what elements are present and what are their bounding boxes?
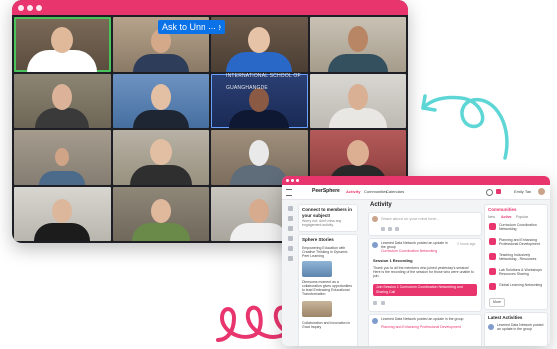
bookmark-icon[interactable] [288,246,293,251]
participant-tile[interactable] [14,130,111,185]
communities-title: Communities [488,207,517,212]
comment-icon[interactable] [381,301,385,305]
filter-active[interactable]: Active [501,215,512,220]
sphere-stories-card: Sphere Stories Empowering Education with… [298,234,358,346]
story-item[interactable]: Empowering Education with Creative Think… [302,246,354,258]
image-icon[interactable] [381,227,385,231]
community-item[interactable]: Lab Solutions & Workshops Resources Shar… [499,268,545,276]
post-group[interactable]: Planning and Enhancing Professional Deve… [381,325,473,329]
avatar [372,318,378,324]
home-icon[interactable] [288,206,293,211]
communities-card: Communities New Active Popular Curriculu… [484,204,548,310]
window-dot-icon[interactable] [296,179,299,182]
settings-icon[interactable] [288,256,293,261]
community-item[interactable]: Planning and Enhancing Professional Deve… [499,238,545,246]
post-composer: Share about on your mind here... [368,212,482,236]
avatar[interactable] [538,188,545,195]
community-icon [489,268,496,275]
like-icon[interactable] [373,301,377,305]
stories-title: Sphere Stories [302,237,334,242]
filter-new[interactable]: New [488,215,495,220]
window-dot-icon[interactable] [291,179,294,182]
window-dot-icon[interactable] [18,5,24,11]
app-logo[interactable]: PeerSphere [312,188,340,194]
tab-communities[interactable]: Communities [364,189,387,194]
community-icon [489,283,496,290]
window-title-bar [12,0,408,15]
peersphere-app-window: PeerSphere Activity Communities Calendar… [282,176,550,346]
attach-icon[interactable] [388,227,392,231]
connect-subtitle: Worry not; don't miss any engagement act… [302,219,342,227]
post-tag: Session 1 Recording [373,258,413,263]
window-dot-icon[interactable] [27,5,33,11]
post-group[interactable]: Curriculum Coordination Networking [381,249,453,253]
community-icon [489,238,496,245]
activity-heading: Activity [370,202,392,208]
participant-tile[interactable] [14,186,111,241]
user-name[interactable]: Emily Tan [514,189,531,194]
participant-tile[interactable] [112,130,209,185]
post-input[interactable]: Share about on your mind here... [381,216,477,222]
community-item[interactable]: Curriculum Coordination Networking [499,223,545,231]
join-session-button[interactable]: Join Session 1 Curriculum Coordination N… [373,284,477,296]
tab-calendars[interactable]: Calendars [386,189,404,194]
community-item[interactable]: Teaching Inclusively Networking - Resour… [499,253,545,261]
chat-icon[interactable] [288,226,293,231]
curved-arrow-icon [421,94,509,160]
people-icon[interactable] [288,216,293,221]
notification-icon[interactable] [496,189,501,194]
search-icon[interactable] [486,189,493,196]
school-banner-text: INTERNATIONAL SCHOOL OF GUANGHANGDE [226,73,301,91]
participant-tile[interactable] [309,17,406,72]
more-communities-button[interactable]: More [489,298,505,307]
connect-card: Connect to members in your subject! Worr… [298,204,358,232]
community-icon [489,253,496,260]
join-session-label: Join Session 1 Curriculum Coordination N… [376,285,463,294]
window-dot-icon[interactable] [286,179,289,182]
participant-tile[interactable] [112,73,209,128]
post-author[interactable]: Learned Data Network posted an update in… [381,317,473,321]
activity-post: Learned Data Network posted an update in… [368,238,482,312]
participant-tile[interactable] [112,186,209,241]
avatar [488,324,494,330]
connect-title: Connect to members in your subject! [302,207,353,218]
more-options-button[interactable]: ... [205,20,219,34]
story-item[interactable]: Dinesoms moment as a collaboration gives… [302,280,354,296]
participant-tile[interactable] [211,17,308,72]
community-icon [489,223,496,230]
avatar [372,216,378,222]
participant-tile[interactable] [309,73,406,128]
latest-activities-card: Latest Activities Learned Data Network p… [484,312,548,346]
app-top-nav: PeerSphere Activity Communities Calendar… [282,185,550,200]
menu-icon[interactable] [286,189,292,196]
app-title-bar [282,176,550,185]
latest-item[interactable]: Learned Data Network posted an update in… [497,323,545,331]
post-time: 2 hours ago [457,242,476,246]
post-text: Thank you to all the members who joined … [373,266,474,278]
participant-tile[interactable] [14,73,111,128]
participant-tile[interactable] [14,17,111,72]
tab-activity[interactable]: Activity [346,189,360,194]
latest-title: Latest Activities [488,315,523,320]
story-thumbnail[interactable] [302,261,332,277]
community-item[interactable]: Global Learning Networking [499,283,545,287]
window-dot-icon[interactable] [36,5,42,11]
filter-popular[interactable]: Popular [516,215,528,220]
post-author[interactable]: Learned Data Network posted an update in… [381,241,453,249]
activity-post: Learned Data Network posted an update in… [368,314,482,346]
story-item[interactable]: Collaboration and Innovation in Grad Inq… [302,321,354,329]
avatar [372,242,378,248]
story-thumbnail[interactable] [302,301,332,317]
emoji-icon[interactable] [395,227,399,231]
calendar-icon[interactable] [288,236,293,241]
